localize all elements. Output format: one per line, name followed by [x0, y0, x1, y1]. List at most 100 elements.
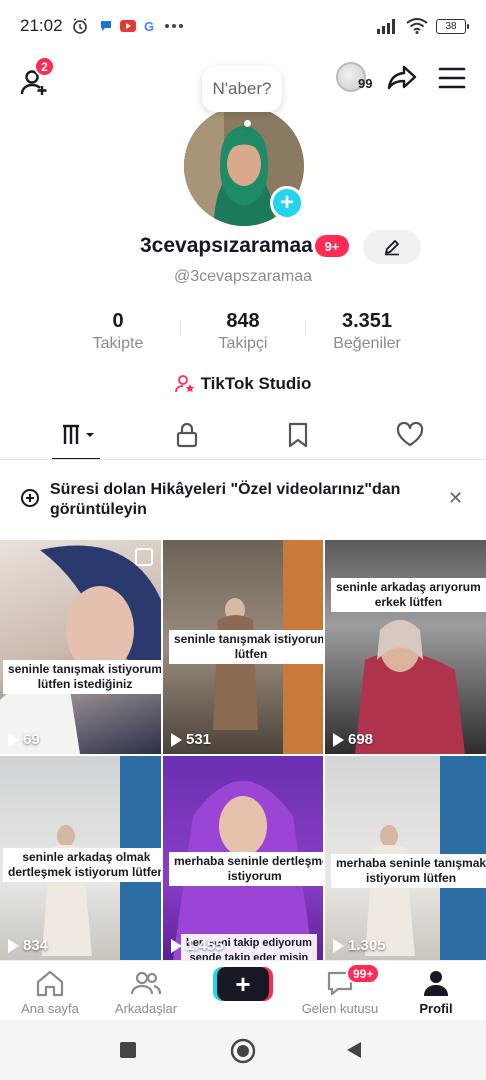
video-tile[interactable]: seninle arkadaş olmak dertleşmek istiyoru…: [0, 756, 161, 960]
stat-likes[interactable]: 3.351 Beğeniler: [312, 310, 422, 353]
video-caption: seninle tanışmak istiyorum lütfen istediğ…: [3, 660, 161, 694]
view-count: 834: [8, 937, 48, 954]
wifi-icon: [406, 18, 428, 34]
home-icon: [36, 970, 64, 997]
video-tile[interactable]: seninle tanışmak istiyorum lütfen istediğ…: [0, 540, 161, 754]
play-icon: [333, 732, 344, 747]
nav-profile[interactable]: Profil: [386, 969, 486, 1016]
view-count-value: 1.305: [348, 937, 386, 954]
stat-divider: [180, 320, 181, 336]
signal-icon: [377, 19, 395, 34]
play-icon: [171, 732, 182, 747]
menu-icon[interactable]: [438, 64, 466, 92]
heart-icon: [396, 422, 424, 447]
bookmark-icon: [288, 422, 308, 448]
home-button-icon[interactable]: [230, 1038, 256, 1064]
stat-followers[interactable]: 848 Takipçi: [188, 310, 298, 353]
user-handle: @3cevapszaramaa: [173, 268, 313, 285]
play-icon: [333, 938, 344, 953]
video-tile[interactable]: merhaba seninle dertleşmek istiyorum ben …: [163, 756, 323, 960]
create-button[interactable]: +: [217, 967, 269, 1001]
tabs-divider: [0, 459, 486, 460]
caption-line: erkek lütfen: [374, 595, 443, 609]
stat-value: 848: [226, 310, 260, 332]
view-count-value: 1.455: [186, 937, 224, 954]
username: 3cevapsızaramaa: [140, 234, 313, 257]
stat-value: 0: [112, 310, 124, 332]
coin-button[interactable]: 99: [334, 60, 378, 98]
view-count-value: 531: [186, 731, 212, 748]
back-icon[interactable]: [344, 1040, 364, 1060]
expired-stories-notice[interactable]: Süresi dolan Hikâyeleri "Özel videoların…: [0, 470, 486, 530]
tab-videos[interactable]: [58, 420, 102, 450]
status-time: 21:02: [20, 16, 63, 35]
video-caption: merhaba seninle tanışmak istiyorum lütfen: [331, 854, 486, 888]
nav-home[interactable]: Ana sayfa: [0, 969, 100, 1016]
view-count: 531: [171, 731, 211, 748]
caption-line: seninle arkadaş olmak: [22, 850, 151, 864]
inbox-badge: 99+: [346, 963, 381, 984]
profile-stats: 0 Takipte 848 Takipçi 3.351 Beğeniler: [0, 310, 486, 354]
stat-label: Beğeniler: [333, 335, 401, 352]
status-bar: 21:02 G 38: [0, 0, 486, 52]
video-grid: seninle tanışmak istiyorum lütfen istediğ…: [0, 540, 486, 960]
tab-private[interactable]: [169, 420, 205, 450]
notice-text: Süresi dolan Hikâyeleri "Özel videoların…: [50, 481, 401, 518]
alarm-icon: [72, 18, 87, 34]
view-count-value: 69: [23, 731, 40, 748]
studio-label: TikTok Studio: [200, 374, 312, 393]
view-count-value: 698: [348, 731, 374, 748]
close-icon[interactable]: ✕: [448, 488, 463, 509]
caption-line: lütfen: [234, 647, 268, 661]
video-tile[interactable]: merhaba seninle tanışmak istiyorum lütfen…: [325, 756, 486, 960]
play-icon: [8, 732, 19, 747]
view-count: 1.305: [333, 937, 386, 954]
status-left: 21:02 G: [20, 16, 184, 36]
notification-icons: G: [99, 19, 184, 33]
video-tile[interactable]: seninle tanışmak istiyorum lütfen 531: [163, 540, 323, 754]
video-thumbnail: [355, 620, 465, 754]
more-dots-icon: [164, 24, 183, 28]
tiktok-studio-link[interactable]: TikTok Studio: [0, 374, 486, 394]
caption-line: istiyorum: [227, 869, 282, 883]
pencil-icon: [385, 240, 399, 256]
nav-inbox[interactable]: 99+ Gelen kutusu: [290, 963, 390, 1016]
username-row: 3cevapsızaramaa 9+: [0, 230, 486, 264]
stat-value: 3.351: [341, 310, 393, 332]
caption-line: istiyorum lütfen: [366, 871, 457, 885]
video-tile[interactable]: seninle arkadaş arıyorum erkek lütfen 698: [325, 540, 486, 754]
multi-photo-icon: [135, 548, 153, 566]
caption-line: merhaba seninle dertleşmek: [174, 854, 323, 868]
friends-icon: [130, 971, 162, 995]
youtube-icon: [119, 20, 136, 32]
add-story-button[interactable]: +: [270, 186, 304, 220]
caption-line: lütfen istediğiniz: [37, 677, 133, 691]
play-icon: [8, 938, 19, 953]
content-tabs: [0, 414, 486, 460]
tab-saved[interactable]: [280, 420, 316, 450]
friend-requests-badge: 2: [34, 56, 55, 77]
add-friend-button[interactable]: 2: [18, 56, 55, 98]
tab-liked[interactable]: [392, 420, 428, 450]
status-right: 38: [376, 18, 469, 34]
username-badge[interactable]: 9+: [315, 235, 349, 257]
edit-profile-button[interactable]: [363, 230, 421, 264]
video-caption: seninle arkadaş arıyorum erkek lütfen: [331, 578, 486, 612]
bottom-nav: Ana sayfa Arkadaşlar + 99+ Gelen kutusu …: [0, 960, 486, 1020]
coin-count: 99: [358, 76, 373, 91]
view-count-value: 834: [23, 937, 49, 954]
view-count: 1.455: [171, 937, 224, 954]
google-icon: G: [144, 19, 154, 33]
recent-apps-icon[interactable]: [118, 1040, 138, 1060]
studio-user-star-icon: [174, 375, 194, 393]
share-icon[interactable]: [386, 62, 418, 94]
bubble-tail: [244, 120, 251, 127]
chat-app-icon: [100, 21, 111, 31]
nav-friends[interactable]: Arkadaşlar: [96, 969, 196, 1016]
nav-label: Ana sayfa: [21, 1001, 79, 1016]
caption-line: seninle arkadaş arıyorum: [336, 580, 481, 594]
story-add-icon: [21, 489, 39, 507]
stat-following[interactable]: 0 Takipte: [63, 310, 173, 353]
video-caption: merhaba seninle dertleşmek istiyorum: [169, 852, 323, 886]
status-bubble[interactable]: N'aber?: [202, 66, 282, 112]
